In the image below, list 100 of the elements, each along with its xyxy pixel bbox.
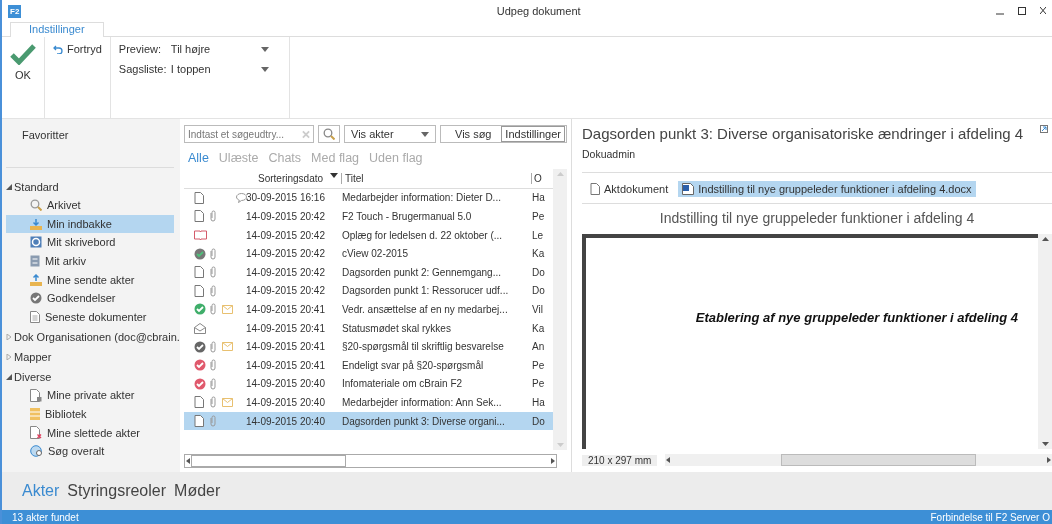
popout-icon[interactable]	[1040, 125, 1048, 133]
page-size-label: 210 x 297 mm	[582, 454, 658, 466]
preview-heading: Indstilling til nye gruppeleder funktioner i afdeling 4	[658, 209, 976, 228]
app-logo: F2	[8, 4, 22, 18]
date-cell-text: 14-09-2015 20:42	[246, 248, 326, 260]
nav-item[interactable]: Arkivet	[6, 196, 174, 215]
table-cell-text: Le	[532, 229, 545, 241]
close-icon[interactable]	[1040, 7, 1046, 15]
nav-item[interactable]: Mit skrivebord	[6, 233, 174, 252]
undo-button[interactable]: Fortryd	[53, 43, 102, 55]
caret-icon	[260, 46, 269, 52]
setting-label: Preview:	[118, 43, 163, 55]
document-title: Dagsorden punkt 3: Diverse organisatoriske ændringer i afdeling 4	[582, 125, 1024, 142]
title-cell-text: Medarbejder information: Dieter D...	[342, 192, 502, 204]
window-title: Udpeg dokument	[496, 5, 581, 17]
document-icon	[194, 284, 204, 297]
dropdown-value[interactable]: Til højre	[170, 43, 261, 55]
nav-item[interactable]: Mine private akter	[6, 386, 174, 405]
table-cell-text: Ha	[532, 396, 546, 408]
expanded-arrow-icon[interactable]	[6, 184, 12, 190]
expanded-arrow-icon[interactable]	[6, 374, 12, 381]
tree-group-label[interactable]: Standard	[14, 181, 59, 193]
bottom-tab[interactable]: Styringsreoler	[67, 482, 167, 500]
table-row[interactable]: 14-09-2015 20:41 §20-spørgsmål til skriftlig besvarelse An	[184, 337, 553, 356]
ok-button[interactable]: OK	[10, 43, 36, 81]
scroll-up-icon[interactable]	[1041, 237, 1049, 241]
document-icon	[590, 183, 600, 195]
column-header[interactable]: Sorteringsdato	[246, 172, 342, 184]
status-text: Forbindelse til F2 Server O	[930, 511, 1050, 523]
document-icon	[194, 396, 204, 409]
table-row[interactable]: 14-09-2015 20:42 Oplæg for ledelsen d. 22 oktober (... Le	[184, 225, 553, 245]
date-cell-text: 14-09-2015 20:42	[246, 229, 326, 241]
dropdown-value[interactable]: I toppen	[170, 63, 261, 75]
view-dropdown[interactable]: Vis akter	[344, 125, 436, 143]
tree-group-label[interactable]: Mapper	[14, 351, 52, 364]
ribbon-tab[interactable]: Indstillinger	[10, 22, 104, 37]
table-cell-text: Do	[532, 415, 546, 427]
title-cell-text: Dagsorden punkt 1: Ressorucer udf...	[342, 285, 510, 297]
search-button[interactable]	[318, 125, 340, 143]
table-row[interactable]: 14-09-2015 20:42 Dagsorden punkt 1: Ressorucer udf... Do	[184, 281, 553, 301]
title-cell-text: F2 Touch - Brugermanual 5.0	[342, 211, 473, 222]
table-row[interactable]: 30-09-2015 16:16 Medarbejder information: Dieter D... Ha	[184, 188, 553, 208]
nav-item[interactable]: Godkendelser	[6, 288, 174, 308]
table-cell-text: Do	[532, 285, 546, 297]
scrollbar[interactable]	[665, 454, 1052, 466]
table-row[interactable]: 14-09-2015 20:42 cView 02-2015 Ka	[184, 244, 553, 263]
document-icon	[194, 266, 204, 279]
document-tab[interactable]: Aktdokument	[586, 181, 673, 197]
date-cell-text: 14-09-2015 20:41	[246, 359, 326, 371]
nav-item[interactable]: Seneste dokumenter	[6, 307, 174, 327]
column-header[interactable]: Titel	[342, 172, 532, 184]
bottom-tab[interactable]: Møder	[174, 482, 221, 500]
nav-item[interactable]: Mine sendte akter	[6, 270, 174, 289]
table-cell-text: Pe	[532, 359, 546, 371]
table-row[interactable]: 14-09-2015 20:41 Statusmødet skal rykkes Ka	[184, 318, 553, 338]
table-row[interactable]: 14-09-2015 20:42 F2 Touch - Brugermanual 5.0 Pe	[184, 207, 553, 226]
document-tab[interactable]: Indstilling til nye gruppeleder funktioner i afdeling 4.docx	[678, 181, 976, 197]
author-label: Dokuadmin	[582, 148, 1052, 173]
scroll-down-icon[interactable]	[1041, 442, 1049, 446]
word-file-icon	[682, 183, 695, 195]
title-cell-text: Dagsorden punkt 2: Gennemgang...	[342, 266, 502, 278]
table-row[interactable]: 14-09-2015 20:42 Dagsorden punkt 2: Gennemgang... Do	[184, 262, 553, 282]
column-header[interactable]: O	[532, 172, 550, 184]
tree-group-label[interactable]: Dok Organisationen (doc@cbrain.	[14, 331, 180, 344]
check-circle-icon	[30, 292, 42, 305]
title-cell-text: Vedr. ansættelse af en ny medarbej...	[342, 303, 509, 315]
title-cell-text: Infomateriale om cBrain F2	[342, 378, 464, 390]
tray-down-icon	[30, 217, 42, 230]
scroll-left-icon[interactable]	[185, 458, 191, 464]
nav-item[interactable]: Min indbakke	[6, 214, 174, 234]
scroll-left-icon[interactable]	[665, 457, 672, 463]
nav-item[interactable]: Mine slettede akter	[6, 423, 174, 442]
title-cell-text: Statusmødet skal rykkes	[342, 322, 452, 334]
date-cell-text: 14-09-2015 20:40	[246, 415, 326, 427]
scrollbar[interactable]	[1038, 234, 1052, 449]
table-row[interactable]: 14-09-2015 20:41 Vedr. ansættelse af en ny medarbej... Vil	[184, 300, 553, 319]
date-cell-text: 14-09-2015 20:41	[246, 303, 326, 315]
table-row[interactable]: 14-09-2015 20:40 Medarbejder information: Ann Sek... Ha	[184, 393, 553, 412]
table-cell-text: Pe	[532, 211, 546, 222]
approval-check-icon	[194, 247, 206, 260]
search-field[interactable]: Indtast et søgeudtry...	[184, 125, 314, 143]
scrollbar[interactable]	[184, 454, 557, 468]
tooltip: Indstillinger	[501, 126, 565, 142]
table-cell-text: Ka	[532, 248, 546, 260]
nav-item[interactable]: Søg overalt	[6, 441, 174, 461]
envelope-icon	[194, 322, 206, 334]
deleted-document-icon	[30, 426, 42, 440]
nav-item[interactable]: Mit arkiv	[6, 251, 174, 271]
filter-tab[interactable]: Alle	[188, 151, 209, 165]
scroll-right-icon[interactable]	[1046, 457, 1052, 463]
table-row[interactable]: 14-09-2015 20:40 Dagsorden punkt 3: Diverse organi... Do	[184, 411, 553, 431]
nav-item[interactable]: Bibliotek	[6, 404, 174, 424]
title-cell-text: Medarbejder information: Ann Sek...	[342, 396, 503, 408]
document-icon	[194, 415, 204, 427]
table-row[interactable]: 14-09-2015 20:40 Infomateriale om cBrain F2 Pe	[184, 374, 553, 394]
scroll-right-icon[interactable]	[550, 458, 556, 464]
maximize-icon[interactable]	[1018, 7, 1026, 15]
table-row[interactable]: 14-09-2015 20:41 Endeligt svar på §20-spørgsmål Pe	[184, 355, 553, 375]
tree-group-label[interactable]: Diverse	[14, 371, 52, 384]
check-icon	[10, 43, 36, 65]
